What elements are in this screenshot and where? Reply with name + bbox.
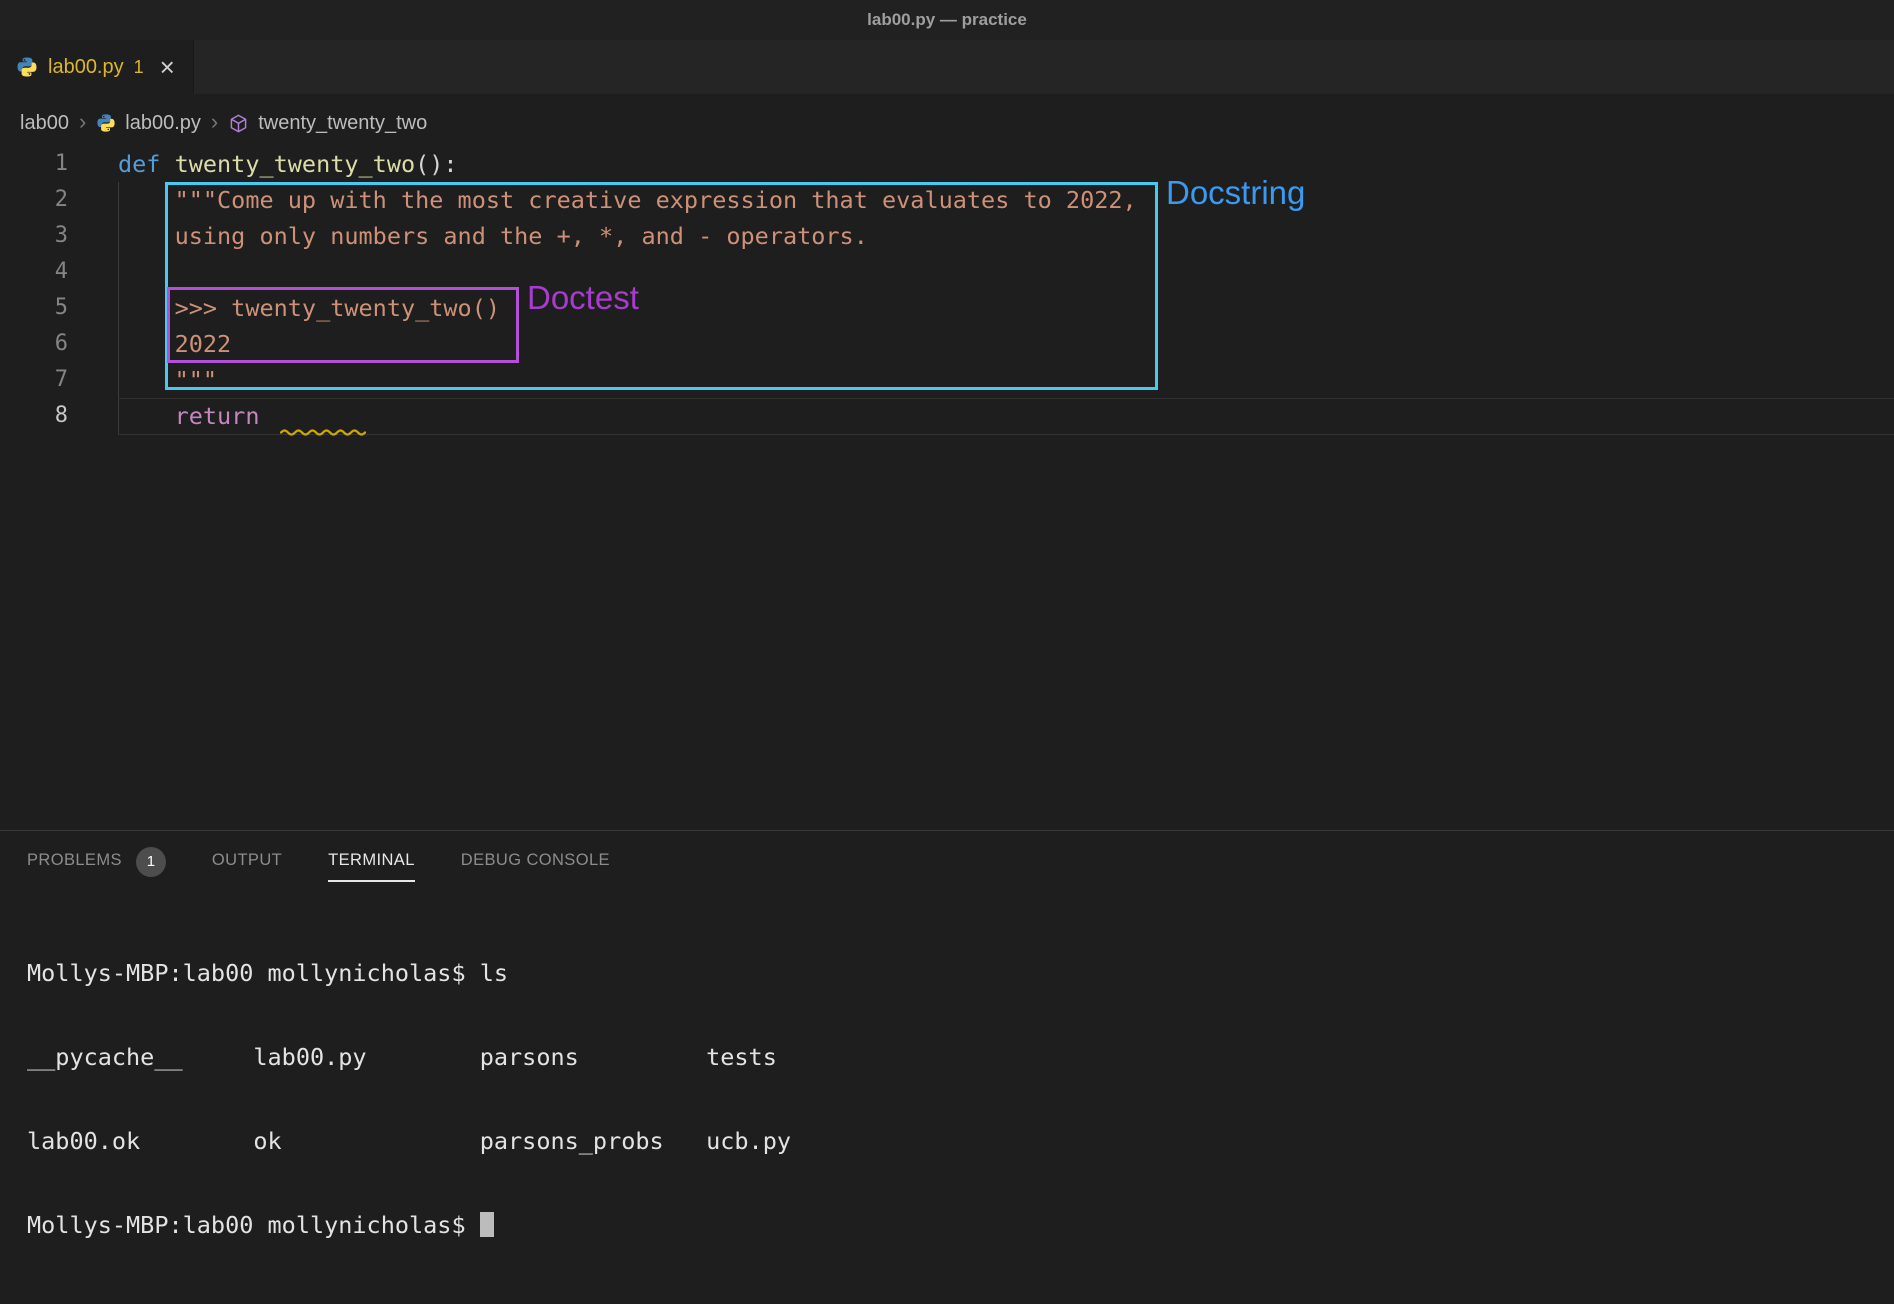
terminal-cursor xyxy=(480,1212,494,1237)
code-text[interactable]: """Come up with the most creative expres… xyxy=(118,182,1137,218)
tab-problems[interactable]: PROBLEMS 1 xyxy=(27,831,166,880)
warning-squiggle-icon xyxy=(280,423,366,432)
editor-tabstrip: lab00.py 1 × xyxy=(0,40,1894,94)
line-number: 1 xyxy=(0,146,68,182)
symbol-cube-icon xyxy=(228,113,249,134)
tab-label: TERMINAL xyxy=(328,851,415,882)
line-number: 8 xyxy=(0,398,68,434)
window-title: lab00.py — practice xyxy=(867,10,1027,30)
code-line-7: 7 """ xyxy=(0,362,1894,398)
terminal-line: lab00.ok ok parsons_probs ucb.py xyxy=(27,1127,1894,1155)
code-text[interactable]: >>> twenty_twenty_two() xyxy=(118,290,500,326)
tab-terminal[interactable]: TERMINAL xyxy=(328,831,415,882)
chevron-right-icon: › xyxy=(210,109,219,138)
panel-tab-bar: PROBLEMS 1 OUTPUT TERMINAL DEBUG CONSOLE xyxy=(0,831,1894,893)
terminal-line: Mollys-MBP:lab00 mollynicholas$ xyxy=(27,1211,1894,1239)
tab-output[interactable]: OUTPUT xyxy=(212,831,282,880)
code-line-1: 1 def twenty_twenty_two(): xyxy=(0,146,1894,182)
code-token: return xyxy=(118,402,259,430)
tab-lab00py[interactable]: lab00.py 1 × xyxy=(0,40,194,94)
line-number: 6 xyxy=(0,326,68,362)
tab-label: OUTPUT xyxy=(212,851,282,880)
terminal-prompt: Mollys-MBP:lab00 mollynicholas$ xyxy=(27,1211,480,1239)
breadcrumb: lab00 › lab00.py › twenty_twenty_two xyxy=(0,94,1894,146)
indent-guide xyxy=(118,182,119,434)
breadcrumb-file[interactable]: lab00.py xyxy=(125,112,201,135)
tab-debug-console[interactable]: DEBUG CONSOLE xyxy=(461,831,610,880)
terminal-line: Mollys-MBP:lab00 mollynicholas$ ls xyxy=(27,959,1894,987)
line-number: 5 xyxy=(0,290,68,326)
tab-label: PROBLEMS xyxy=(27,851,122,880)
code-line-2: 2 """Come up with the most creative expr… xyxy=(0,182,1894,218)
tab-label: lab00.py xyxy=(48,56,124,79)
code-token: (): xyxy=(415,150,457,178)
code-token: def xyxy=(118,150,175,178)
docstring-annotation-label: Docstring xyxy=(1166,174,1305,212)
code-text[interactable]: def twenty_twenty_two(): xyxy=(118,146,458,182)
terminal-line: __pycache__ lab00.py parsons tests xyxy=(27,1043,1894,1071)
code-line-5: 5 >>> twenty_twenty_two() xyxy=(0,290,1894,326)
line-number: 2 xyxy=(0,182,68,218)
window-titlebar: lab00.py — practice xyxy=(0,0,1894,40)
code-line-4: 4 xyxy=(0,254,1894,290)
problems-count-badge: 1 xyxy=(136,847,166,877)
bottom-panel: PROBLEMS 1 OUTPUT TERMINAL DEBUG CONSOLE… xyxy=(0,830,1894,1304)
code-text[interactable]: 2022 xyxy=(118,326,231,362)
code-token: twenty_twenty_two xyxy=(175,150,416,178)
breadcrumb-folder[interactable]: lab00 xyxy=(20,112,69,135)
tab-label: DEBUG CONSOLE xyxy=(461,851,610,880)
tab-warning-count: 1 xyxy=(134,57,144,78)
code-text[interactable]: """ xyxy=(118,362,217,398)
chevron-right-icon: › xyxy=(78,109,87,138)
line-number: 7 xyxy=(0,362,68,398)
breadcrumb-symbol[interactable]: twenty_twenty_two xyxy=(258,112,427,135)
python-icon xyxy=(96,113,116,133)
python-icon xyxy=(16,56,38,78)
code-text[interactable]: using only numbers and the +, *, and - o… xyxy=(118,218,868,254)
line-number: 4 xyxy=(0,254,68,290)
line-number: 3 xyxy=(0,218,68,254)
code-line-3: 3 using only numbers and the +, *, and -… xyxy=(0,218,1894,254)
code-line-6: 6 2022 xyxy=(0,326,1894,362)
code-editor[interactable]: 1 def twenty_twenty_two(): 2 """Come up … xyxy=(0,146,1894,830)
doctest-annotation-label: Doctest xyxy=(527,279,639,317)
code-text[interactable]: return xyxy=(118,398,259,434)
close-icon[interactable]: × xyxy=(160,57,175,77)
terminal[interactable]: Mollys-MBP:lab00 mollynicholas$ ls __pyc… xyxy=(0,893,1894,1295)
